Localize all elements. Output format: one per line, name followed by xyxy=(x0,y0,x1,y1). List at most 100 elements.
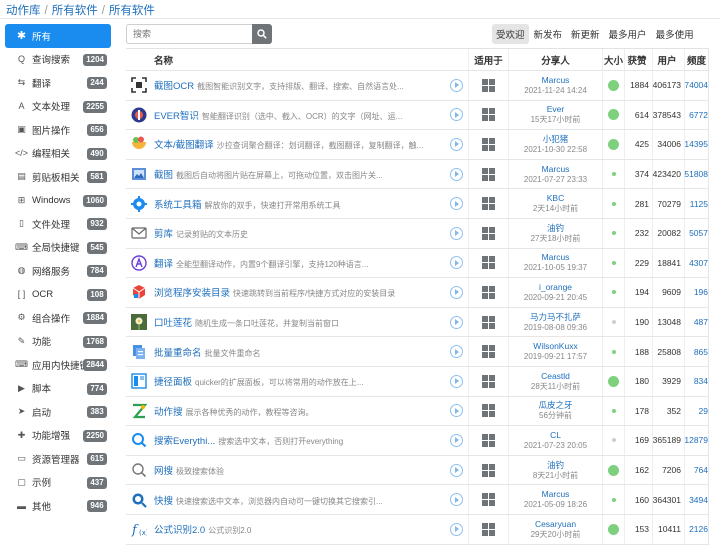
sharer-link[interactable]: KBC xyxy=(547,193,564,204)
sidebar-item[interactable]: ⇆ 翻译 244 xyxy=(5,71,111,95)
run-action-icon[interactable] xyxy=(450,493,463,507)
frequency-count[interactable]: 12879 xyxy=(684,435,708,445)
app-title[interactable]: 公式识别2.0 xyxy=(154,525,205,536)
sort-tab[interactable]: 受欢迎 xyxy=(492,24,529,44)
app-name[interactable]: 批量重命名 批量文件重命名 xyxy=(154,345,450,359)
sidebar-item[interactable]: ▤ 剪贴板相关 581 xyxy=(5,165,111,189)
sidebar-item[interactable]: ▬ 其他 946 xyxy=(5,494,111,518)
sharer-link[interactable]: 油钓 xyxy=(547,460,564,471)
sharer-link[interactable]: 瓜皮之牙 xyxy=(538,400,572,411)
sidebar-item[interactable]: ✎ 功能 1768 xyxy=(5,330,111,354)
sidebar-item[interactable]: ▢ 示例 437 xyxy=(5,471,111,495)
sharer-link[interactable]: Marcus xyxy=(542,252,570,263)
app-title[interactable]: 剪库 xyxy=(154,229,173,240)
sidebar-item[interactable]: ⊞ Windows 1060 xyxy=(5,189,111,213)
sharer-link[interactable]: Ever xyxy=(547,104,564,115)
sort-tab[interactable]: 新更新 xyxy=(567,24,604,44)
sharer-link[interactable]: 油钓 xyxy=(547,223,564,234)
frequency-count[interactable]: 6772 xyxy=(689,110,708,120)
app-name[interactable]: 翻译 全能型翻译动作，内置9个翻译引擎，支持120种语言... xyxy=(154,256,450,270)
sidebar-item[interactable]: ⌨ 全局快捷键 545 xyxy=(5,236,111,260)
table-row[interactable]: 翻译 全能型翻译动作，内置9个翻译引擎，支持120种语言... Marcus 2021… xyxy=(126,248,708,279)
sharer-link[interactable]: CL xyxy=(550,430,561,441)
breadcrumb-root-link[interactable]: 动作库 xyxy=(6,5,41,17)
app-name[interactable]: 动作搜 展示各种优秀的动作，教程等咨询。 xyxy=(154,404,450,418)
frequency-count[interactable]: 4307 xyxy=(689,258,708,268)
frequency-count[interactable]: 3494 xyxy=(689,495,708,505)
run-action-icon[interactable] xyxy=(450,374,463,388)
app-name[interactable]: EVER智识 智能翻译识别（选中、截入、OCR）的文字（网址、运... xyxy=(154,108,450,122)
sidebar-item[interactable]: ▣ 图片操作 656 xyxy=(5,118,111,142)
frequency-count[interactable]: 14395 xyxy=(684,139,708,149)
run-action-icon[interactable] xyxy=(450,345,463,359)
app-title[interactable]: 快搜 xyxy=(154,496,173,507)
table-row[interactable]: 搜索Everythi... 搜索选中文本，否则打开everything CL 2021… xyxy=(126,426,708,456)
run-action-icon[interactable] xyxy=(450,78,463,92)
search-button[interactable] xyxy=(252,24,272,44)
table-row[interactable]: 文本/截图翻译 沙拉查词聚合翻译：划词翻译，截图翻译，复制翻译，触... 小犯猪 20… xyxy=(126,130,708,160)
sidebar-item[interactable]: ⌨ 应用内快捷键 2844 xyxy=(5,353,111,377)
app-title[interactable]: 截图 xyxy=(154,170,173,181)
table-row[interactable]: 捷径面板 quicker的扩展面板，可以将常用的动作放在上... Ceastld 28… xyxy=(126,366,708,397)
sharer-link[interactable]: 马力马不扎萨 xyxy=(530,312,581,323)
frequency-count[interactable]: 5057 xyxy=(689,228,708,238)
table-row[interactable]: EVER智识 智能翻译识别（选中、截入、OCR）的文字（网址、运... Ever 15… xyxy=(126,100,708,131)
table-row[interactable]: 浏览程序安装目录 快速跳转到当前程序/快捷方式对应的安装目录 i_orange 202… xyxy=(126,278,708,308)
table-row[interactable]: 截图OCR 截图智能识别文字，支持排版、翻译、搜索、自然语言处... Marcus 2… xyxy=(126,71,708,101)
app-title[interactable]: 文本/截图翻译 xyxy=(154,140,214,151)
run-action-icon[interactable] xyxy=(450,256,463,270)
sort-tab[interactable]: 新发布 xyxy=(530,24,567,44)
app-name[interactable]: 快搜 快速搜索选中文本，浏览器内自动可一键切换其它搜索引... xyxy=(154,493,450,507)
table-row[interactable]: 口吐莲花 随机生成一条口吐莲花，并复制当前窗口 马力马不扎萨 2019-08-08 0… xyxy=(126,307,708,338)
sharer-link[interactable]: Marcus xyxy=(542,164,570,175)
app-name[interactable]: 文本/截图翻译 沙拉查词聚合翻译：划词翻译，截图翻译，复制翻译，触... xyxy=(154,137,450,151)
sidebar-item[interactable]: ▭ 资源管理器 615 xyxy=(5,447,111,471)
frequency-count[interactable]: 834 xyxy=(694,376,708,386)
frequency-count[interactable]: 2126 xyxy=(689,524,708,534)
sharer-link[interactable]: Marcus xyxy=(542,489,570,500)
table-row[interactable]: 截图 截图后自动将图片贴在屏幕上，可拖动位置，双击图片关... Marcus 2021… xyxy=(126,159,708,190)
run-action-icon[interactable] xyxy=(450,404,463,418)
app-name[interactable]: 截图OCR 截图智能识别文字，支持排版、翻译、搜索、自然语言处... xyxy=(154,78,450,92)
sidebar-item[interactable]: [ ] OCR 108 xyxy=(5,283,111,307)
run-action-icon[interactable] xyxy=(450,315,463,329)
frequency-count[interactable]: 51808 xyxy=(684,169,708,179)
sidebar-item[interactable]: ▯ 文件处理 932 xyxy=(5,212,111,236)
table-row[interactable]: 快搜 快速搜索选中文本，浏览器内自动可一键切换其它搜索引... Marcus 2021… xyxy=(126,485,708,515)
run-action-icon[interactable] xyxy=(450,108,463,122)
sidebar-item[interactable]: ➤ 启动 383 xyxy=(5,400,111,424)
sidebar-item[interactable]: ✚ 功能增强 2250 xyxy=(5,424,111,448)
sidebar-item[interactable]: ✱ 所有 xyxy=(5,24,111,48)
run-action-icon[interactable] xyxy=(450,522,463,536)
app-name[interactable]: 浏览程序安装目录 快速跳转到当前程序/快捷方式对应的安装目录 xyxy=(154,285,450,299)
sharer-link[interactable]: 小犯猪 xyxy=(543,134,569,145)
frequency-count[interactable]: 1125 xyxy=(690,199,708,209)
app-title[interactable]: 口吐莲花 xyxy=(154,318,192,329)
sidebar-item[interactable]: </> 编程相关 490 xyxy=(5,142,111,166)
app-title[interactable]: 网搜 xyxy=(154,466,173,477)
table-row[interactable]: 网搜 极致搜索体验 油钓 8天21小时前 162 7206 764 xyxy=(126,455,708,486)
app-title[interactable]: EVER智识 xyxy=(154,111,199,122)
app-title[interactable]: 搜索Everythi... xyxy=(154,436,215,447)
frequency-count[interactable]: 74004 xyxy=(684,80,708,90)
app-title[interactable]: 捷径面板 xyxy=(154,377,192,388)
run-action-icon[interactable] xyxy=(450,226,463,240)
app-title[interactable]: 翻译 xyxy=(154,259,173,270)
frequency-count[interactable]: 29 xyxy=(699,406,708,416)
table-row[interactable]: 批量重命名 批量文件重命名 WilsonKuxx 2019-09-21 17:57 18… xyxy=(126,337,708,367)
run-action-icon[interactable] xyxy=(450,167,463,181)
app-name[interactable]: 网搜 极致搜索体验 xyxy=(154,463,450,477)
app-name[interactable]: 捷径面板 quicker的扩展面板，可以将常用的动作放在上... xyxy=(154,374,450,388)
app-title[interactable]: 浏览程序安装目录 xyxy=(154,288,230,299)
app-name[interactable]: 口吐莲花 随机生成一条口吐莲花，并复制当前窗口 xyxy=(154,315,450,329)
app-title[interactable]: 系统工具箱 xyxy=(154,200,202,211)
table-row[interactable]: 动作搜 展示各种优秀的动作，教程等咨询。 瓜皮之牙 56分钟前 178 352 29 xyxy=(126,396,708,427)
sharer-link[interactable]: Marcus xyxy=(542,75,570,86)
app-name[interactable]: 公式识别2.0 公式识别2.0 xyxy=(154,522,450,536)
app-name[interactable]: 系统工具箱 解放你的双手，快速打开常用系统工具 xyxy=(154,197,450,211)
sidebar-item[interactable]: A 文本处理 2255 xyxy=(5,95,111,119)
app-title[interactable]: 批量重命名 xyxy=(154,348,202,359)
sort-tab[interactable]: 最多使用 xyxy=(652,24,698,44)
app-name[interactable]: 剪库 记录剪贴的文本历史 xyxy=(154,226,450,240)
run-action-icon[interactable] xyxy=(450,433,463,447)
